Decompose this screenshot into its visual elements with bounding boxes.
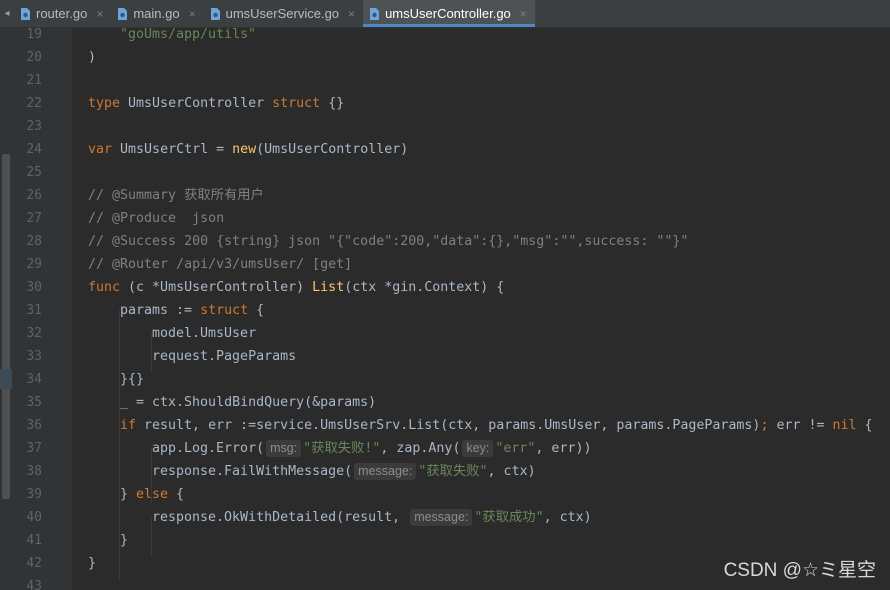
tab-label: main.go (133, 6, 180, 21)
line-number: 23 (26, 119, 42, 134)
param-hint: msg: (266, 440, 302, 457)
go-file-icon (369, 7, 380, 21)
code-comment-line[interactable]: // @Summary 获取所有用户 (88, 184, 264, 207)
code-editor[interactable]: "goUms/app/utils" ) type UmsUserControll… (72, 27, 890, 590)
scrollbar-thumb[interactable] (2, 154, 10, 499)
close-icon[interactable]: × (189, 7, 196, 21)
code-line[interactable]: } else { (120, 483, 184, 506)
line-number: 30 (26, 280, 42, 295)
code-line[interactable]: } (88, 552, 96, 575)
code-line[interactable]: } (120, 529, 128, 552)
line-number: 39 (26, 487, 42, 502)
code-line[interactable]: }{} (120, 368, 144, 391)
param-hint: message: (354, 463, 417, 480)
code-line[interactable]: type UmsUserController struct {} (88, 92, 344, 115)
line-number: 24 (26, 142, 42, 157)
watermark: CSDN @☆ミ星空 (723, 560, 876, 581)
line-number: 37 (26, 441, 42, 456)
line-number: 28 (26, 234, 42, 249)
line-number: 34 (26, 372, 42, 387)
caret-line-marker (0, 369, 12, 389)
left-scroll-strip[interactable] (0, 28, 12, 590)
line-number: 29 (26, 257, 42, 272)
line-number: 33 (26, 349, 42, 364)
line-number: 19 (26, 27, 42, 42)
code-line[interactable]: app.Log.Error(msg: "获取失败!", zap.Any(key: "… (152, 437, 591, 460)
code-line[interactable]: "goUms/app/utils" (120, 23, 256, 46)
line-number: 26 (26, 188, 42, 203)
code-line[interactable]: request.PageParams (152, 345, 296, 368)
tab-label: router.go (36, 6, 88, 21)
code-line[interactable]: if result, err :=service.UmsUserSrv.List… (120, 414, 873, 437)
param-hint: key: (462, 440, 494, 457)
tab-label: umsUserService.go (225, 6, 340, 21)
close-icon[interactable]: × (96, 7, 103, 21)
tab-label: umsUserController.go (385, 6, 511, 21)
line-number: 25 (26, 165, 42, 180)
line-number: 21 (26, 73, 42, 88)
code-line[interactable]: ) (88, 46, 96, 69)
code-line[interactable]: var UmsUserCtrl = new(UmsUserController) (88, 138, 408, 161)
line-number: 20 (26, 50, 42, 65)
line-number: 38 (26, 464, 42, 479)
line-number: 31 (26, 303, 42, 318)
code-line[interactable]: params := struct { (120, 299, 264, 322)
line-number-gutter[interactable]: 19 20 21 22 23 24 25 26 27 28 29 30 31 3… (12, 27, 85, 590)
code-comment-line[interactable]: // @Success 200 {string} json "{"code":2… (88, 230, 688, 253)
go-file-icon (117, 7, 128, 21)
tab-ums-user-controller-go[interactable]: umsUserController.go × (363, 0, 535, 27)
code-line[interactable]: response.FailWithMessage(message: "获取失败",… (152, 460, 536, 483)
code-line[interactable]: _ = ctx.ShouldBindQuery(&params) (120, 391, 376, 414)
line-number: 35 (26, 395, 42, 410)
code-line[interactable]: model.UmsUser (152, 322, 256, 345)
line-number: 43 (26, 579, 42, 590)
line-number: 41 (26, 533, 42, 548)
code-line[interactable]: response.OkWithDetailed(result, message:… (152, 506, 592, 529)
line-number: 40 (26, 510, 42, 525)
close-icon[interactable]: × (520, 7, 527, 21)
line-number: 27 (26, 211, 42, 226)
code-comment-line[interactable]: // @Router /api/v3/umsUser/ [get] (88, 253, 352, 276)
go-file-icon (20, 7, 31, 21)
code-line[interactable]: func (c *UmsUserController) List(ctx *gi… (88, 276, 504, 299)
code-comment-line[interactable]: // @Produce json (88, 207, 224, 230)
param-hint: message: (410, 509, 473, 526)
line-number: 36 (26, 418, 42, 433)
line-number: 32 (26, 326, 42, 341)
line-number: 42 (26, 556, 42, 571)
go-file-icon (210, 7, 221, 21)
line-number: 22 (26, 96, 42, 111)
close-icon[interactable]: × (348, 7, 355, 21)
